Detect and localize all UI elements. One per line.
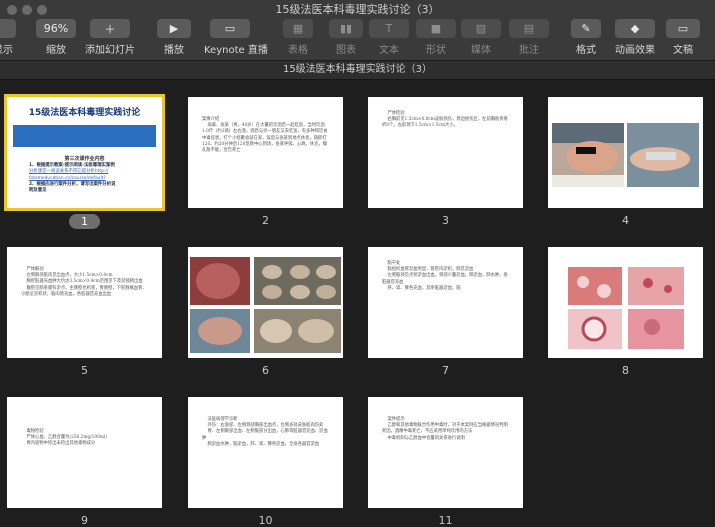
slide-number-label: 9 — [81, 514, 88, 527]
slide-title: 15级法医本科毒理实践讨论 — [28, 108, 141, 118]
toolbar-text-button[interactable]: T 文本 — [363, 19, 415, 56]
slide-thumbnail-11[interactable]: 案件提示 乙醇和其他毒物联合作用中毒时，对于本案例应当根据情况判明死因，酒精中毒… — [368, 397, 523, 508]
slide-body-text: 尸体解剖 左侧颞部肌肉见出血点，大小1.5cm×0.4cm 胸腔脏器充血肿大约达… — [21, 267, 147, 297]
toolbar-plus-button[interactable]: ＋ 添加幻灯片 — [84, 19, 136, 56]
toolbar-animate-button[interactable]: ◆ 动画效果 — [609, 19, 661, 56]
toolbar-label: 格式 — [576, 45, 596, 56]
plus-icon: ＋ — [90, 19, 130, 38]
table-icon: ▦ — [283, 19, 313, 38]
zoom-icon: 96% — [36, 19, 76, 38]
slide-thumbnail-6[interactable] — [188, 247, 343, 358]
slide-body-text: 毒物检验 尸体心血、乙醇含量为(256.2mg/100ml) 胃内容物中检出未检… — [26, 429, 108, 447]
slide-body-text: 案件提示 乙醇和其他毒物联合作用中毒时，对于本案例应当根据情况判明死因，酒精中毒… — [382, 417, 508, 441]
toolbar-label: 动画效果 — [615, 45, 655, 56]
slide-number-label: 1 — [69, 214, 100, 229]
keynote-live-icon: ▭ — [210, 19, 250, 38]
slide-number-label: 11 — [438, 514, 453, 527]
slide-number: 6 — [188, 364, 343, 377]
slide-number-label: 3 — [442, 214, 449, 227]
toolbar-label: 显示 — [0, 45, 13, 56]
play-icon: ▶ — [157, 19, 191, 38]
toolbar-label: 播放 — [164, 45, 184, 56]
toolbar-label: 批注 — [519, 45, 539, 56]
comment-icon: ▤ — [509, 19, 549, 38]
view-icon — [0, 19, 16, 38]
slide-thumbnail-10[interactable]: 法医病理学诊断 外伤：右面部、左侧颈部胸部出血点，左侧多处皮肤肌肉伤处 胃、左侧… — [188, 397, 343, 508]
document-tab[interactable]: 15级法医本科毒理实践讨论（3） — [0, 60, 715, 80]
document-icon: ▭ — [666, 19, 700, 38]
shape-icon: ■ — [416, 19, 456, 38]
slide-number: 1 — [7, 214, 162, 229]
slide-body-text: 脑干处 脑组织血管淤血明显，管腔内淤积，肺见淤血 左侧脑部见点状淤血出血，颈部少… — [382, 261, 508, 291]
toolbar-view-button[interactable]: 显示 — [0, 19, 22, 56]
toolbar-label: 媒体 — [471, 45, 491, 56]
toolbar-label: 缩放 — [46, 45, 66, 56]
chart-icon: ▮▮ — [329, 19, 363, 38]
slide-number: 10 — [188, 514, 343, 527]
slide-thumbnail-1[interactable]: 15级法医本科毒理实践讨论第三次课作业内容 1、根据提示教案-提示阅读-法医毒理实… — [4, 94, 165, 211]
toolbar-table-button[interactable]: ▦ 表格 — [277, 19, 319, 56]
slide-body: 1、根据提示教案-提示阅读-法医毒理实案例 分析课堂一阅读关系不得它提分析http… — [29, 163, 152, 194]
toolbar-keynote-live-button[interactable]: ▭ Keynote 直播 — [204, 19, 268, 56]
slide-thumbnail-3[interactable]: 尸体检验 右胸前见1.5cm×0.8cm皮肤损伤，周边挫伤区，左前胸肋骨骨折8个… — [368, 97, 523, 208]
slide-number: 7 — [368, 364, 523, 377]
histology-photos — [568, 267, 684, 349]
slide-number: 3 — [368, 214, 523, 227]
slide-number: 8 — [548, 364, 703, 377]
slide-number: 2 — [188, 214, 343, 227]
slide-number-label: 10 — [258, 514, 273, 527]
toolbar-label: 添加幻灯片 — [85, 45, 135, 56]
organ-photo-collage — [188, 247, 343, 358]
slide-subtitle: 第三次课作业内容 — [64, 156, 105, 162]
toolbar-document-button[interactable]: ▭ 文稿 — [660, 19, 706, 56]
slide-number-label: 4 — [622, 214, 629, 227]
media-icon: ▨ — [461, 19, 501, 38]
toolbar-label: 文稿 — [673, 45, 693, 56]
window-titlebar: 15级法医本科毒理实践讨论（3） 显示 96% 缩放 ＋ 添加幻灯片 ▶ 播放 ▭ Keynot… — [0, 0, 715, 60]
animate-icon: ◆ — [615, 19, 655, 38]
slide-body-text: 尸体检验 右胸前见1.5cm×0.8cm皮肤损伤，周边挫伤区，左前胸肋骨骨折8个… — [382, 111, 508, 129]
slide-thumbnail-2[interactable]: 案情介绍 病毒、张某（男，40岁）在大量的饮酒后一起吃饭，当时饮酒 1.0斤（约… — [188, 97, 343, 208]
window-title: 15级法医本科毒理实践讨论（3） — [275, 3, 440, 16]
toolbar-media-button[interactable]: ▨ 媒体 — [455, 19, 507, 56]
toolbar-play-button[interactable]: ▶ 播放 — [151, 19, 197, 56]
toolbar-comment-button[interactable]: ▤ 批注 — [503, 19, 555, 56]
toolbar-label: Keynote 直播 — [204, 45, 268, 56]
slide-number-label: 6 — [262, 364, 269, 377]
toolbar-format-brush-button[interactable]: ✎ 格式 — [565, 19, 607, 56]
slide-number: 11 — [368, 514, 523, 527]
slide-body-text: 法医病理学诊断 外伤：右面部、左侧颈部胸部出血点，左侧多处皮肤肌肉伤处 胃、左侧… — [202, 417, 328, 447]
slide-number-label: 8 — [622, 364, 629, 377]
slide-line: 明及意见 — [29, 188, 47, 194]
toolbar-zoom-button[interactable]: 96% 缩放 — [30, 19, 82, 56]
slide-number: 4 — [548, 214, 703, 227]
slide-body-text: 案情介绍 病毒、张某（男，40岁）在大量的饮酒后一起吃饭，当时饮酒 1.0斤（约… — [202, 117, 328, 154]
document-tab-title: 15级法医本科毒理实践讨论（3） — [282, 64, 433, 75]
slide-thumbnail-8[interactable] — [548, 247, 703, 358]
slide-thumbnail-5[interactable]: 尸体解剖 左侧颞部肌肉见出血点，大小1.5cm×0.4cm 胸腔脏器充血肿大约达… — [7, 247, 162, 358]
slide-number-label: 7 — [442, 364, 449, 377]
slide-number-label: 5 — [81, 364, 88, 377]
title-banner — [13, 125, 156, 147]
toolbar-label: 表格 — [288, 45, 308, 56]
slide-number-label: 2 — [262, 214, 269, 227]
format-brush-icon: ✎ — [571, 19, 601, 38]
slide-thumbnail-9[interactable]: 毒物检验 尸体心血、乙醇含量为(256.2mg/100ml) 胃内容物中检出未检… — [7, 397, 162, 508]
slide-number: 5 — [7, 364, 162, 377]
slide-thumbnail-7[interactable]: 脑干处 脑组织血管淤血明显，管腔内淤积，肺见淤血 左侧脑部见点状淤血出血，颈部少… — [368, 247, 523, 358]
clinical-photo — [552, 123, 699, 187]
slide-number: 9 — [7, 514, 162, 527]
toolbar-label: 文本 — [379, 45, 399, 56]
slide-thumbnail-4[interactable] — [548, 97, 703, 208]
text-icon: T — [369, 19, 409, 38]
